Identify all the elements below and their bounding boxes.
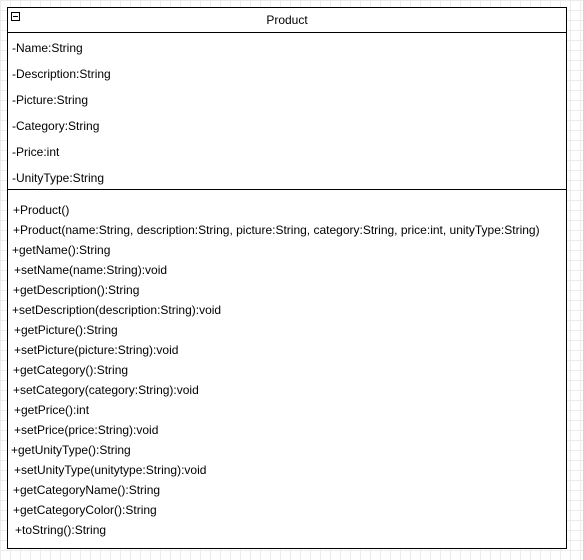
method-getcategoryname: +getCategoryName():String	[13, 483, 161, 497]
method-getcategorycolor: +getCategoryColor():String	[13, 503, 157, 517]
attribute-category: -Category:String	[12, 119, 100, 133]
method-setname: +setName(name:String):void	[14, 263, 168, 277]
method-setpicture: +setPicture(picture:String):void	[14, 343, 179, 357]
attribute-unitytype: -UnityType:String	[12, 171, 105, 185]
method-getprice: +getPrice():int	[14, 403, 90, 417]
method-getname: +getName():String	[12, 243, 111, 257]
method-setdescription: +setDescription(description:String):void	[12, 303, 222, 317]
class-name: Product	[266, 13, 308, 27]
uml-class-product[interactable]: Product -Name:String -Description:String…	[7, 7, 567, 549]
attributes-section: -Name:String -Description:String -Pictur…	[8, 33, 566, 190]
method-product-full: +Product(name:String, description:String…	[13, 223, 540, 237]
method-setcategory: +setCategory(category:String):void	[13, 383, 199, 397]
attribute-picture: -Picture:String	[12, 93, 89, 107]
method-tostring: +toString():String	[15, 523, 107, 537]
attribute-price: -Price:int	[12, 145, 60, 159]
method-product-default: +Product()	[13, 203, 70, 217]
method-setprice: +setPrice(price:String):void	[14, 423, 159, 437]
method-getcategory: +getCategory():String	[13, 363, 129, 377]
methods-section: +Product() +Product(name:String, descrip…	[8, 190, 566, 540]
method-getdescription: +getDescription():String	[13, 283, 140, 297]
attribute-name: -Name:String	[12, 41, 83, 55]
method-getunitytype: +getUnityType():String	[11, 443, 131, 457]
class-header: Product	[8, 8, 566, 33]
method-setunitytype: +setUnityType(unitytype:String):void	[14, 463, 207, 477]
method-getpicture: +getPicture():String	[14, 323, 118, 337]
attribute-description: -Description:String	[12, 67, 111, 81]
